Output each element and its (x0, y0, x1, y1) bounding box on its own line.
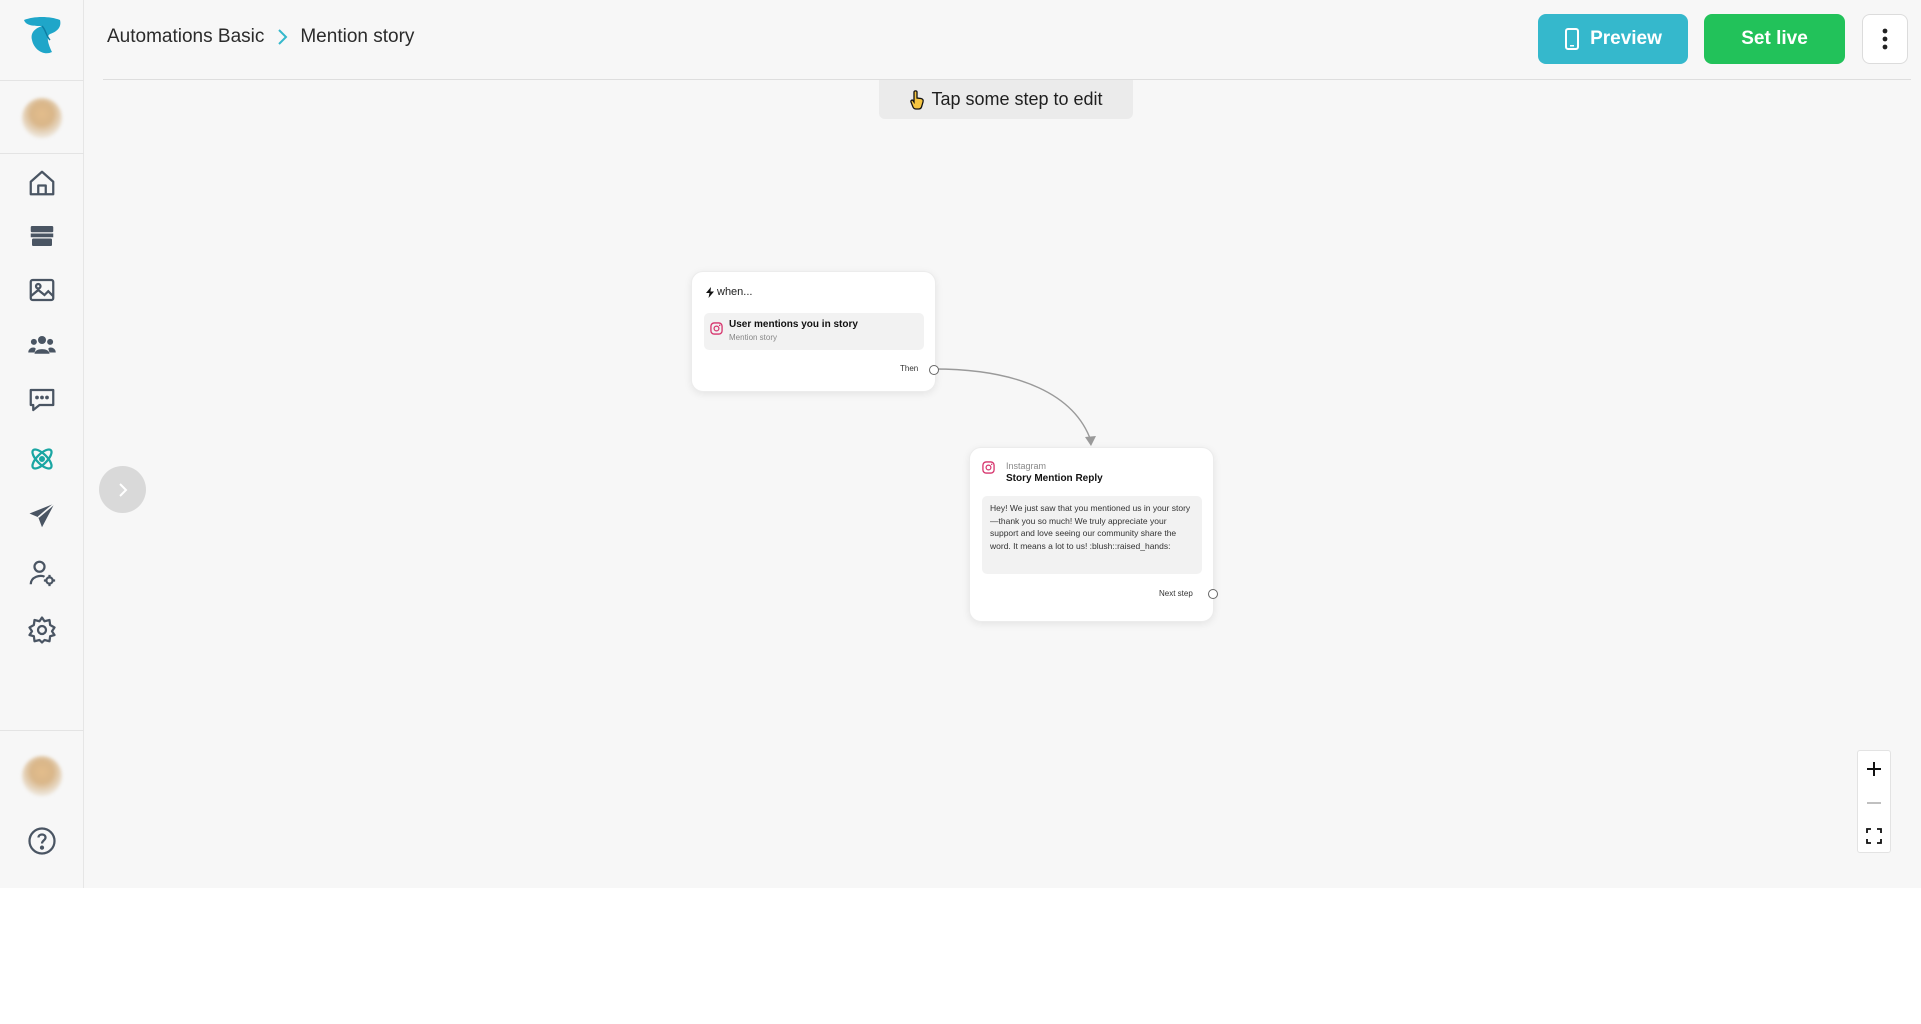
app-root: Automations Basic Mention story Preview … (0, 0, 1921, 888)
set-live-button[interactable]: Set live (1704, 14, 1845, 64)
set-live-button-label: Set live (1741, 28, 1808, 49)
tap-finger-icon (910, 89, 925, 110)
trigger-heading: when... (706, 286, 752, 298)
workspace-avatar[interactable] (22, 98, 62, 138)
send-icon[interactable] (24, 498, 60, 534)
action-platform: Instagram (1006, 461, 1047, 471)
edit-hint-text: Tap some step to edit (931, 89, 1103, 109)
fullscreen-icon (1866, 827, 1882, 844)
user-settings-icon[interactable] (24, 555, 60, 591)
user-avatar[interactable] (22, 756, 62, 796)
trigger-step-card[interactable]: when... User mentions you in story Menti… (691, 271, 939, 392)
settings-icon[interactable] (24, 612, 60, 648)
flow-connector (933, 368, 1096, 446)
atom-icon[interactable] (24, 441, 60, 477)
chevron-right-icon (118, 482, 127, 497)
sidebar-divider (0, 80, 84, 81)
app-logo[interactable] (20, 14, 64, 58)
chevron-right-icon (276, 28, 288, 46)
edit-hint: Tap some step to edit (879, 80, 1133, 119)
help-icon[interactable] (24, 823, 60, 859)
zoom-out-button[interactable] (1858, 786, 1890, 819)
kebab-menu-icon (1882, 28, 1888, 50)
next-step-port[interactable] (1208, 589, 1218, 599)
preview-button[interactable]: Preview (1538, 14, 1688, 64)
breadcrumb-current: Mention story (300, 26, 415, 47)
zoom-in-button[interactable] (1858, 752, 1890, 785)
sidebar-divider (0, 730, 84, 731)
lightning-icon (706, 286, 714, 298)
more-options-button[interactable] (1862, 14, 1908, 64)
plus-icon (1867, 761, 1881, 776)
image-icon[interactable] (24, 272, 60, 308)
instagram-icon (710, 322, 723, 335)
then-port[interactable] (929, 365, 939, 375)
action-title: Story Mention Reply (1006, 473, 1103, 484)
preview-button-label: Preview (1590, 28, 1662, 49)
breadcrumb-parent[interactable]: Automations Basic (107, 26, 264, 48)
store-icon[interactable] (24, 218, 60, 254)
expand-panel-button[interactable] (99, 466, 146, 513)
minus-icon (1867, 801, 1881, 804)
trigger-heading-text: when... (717, 286, 753, 298)
instagram-icon (982, 461, 995, 474)
trigger-subtitle: Mention story (729, 333, 778, 342)
sidebar (0, 0, 84, 888)
then-port-label: Then (900, 364, 919, 373)
users-icon[interactable] (24, 327, 60, 363)
trigger-condition[interactable]: User mentions you in story Mention story (704, 313, 924, 350)
next-step-port-label: Next step (1159, 589, 1193, 598)
fit-view-button[interactable] (1858, 819, 1890, 852)
breadcrumb: Automations Basic Mention story (107, 26, 414, 48)
zoom-controls (1857, 750, 1891, 853)
chat-icon[interactable] (24, 382, 60, 418)
sidebar-divider (0, 153, 84, 154)
action-step-card[interactable]: Instagram Story Mention Reply Hey! We ju… (969, 447, 1218, 622)
trigger-title: User mentions you in story (729, 319, 858, 330)
phone-icon (1565, 28, 1580, 50)
message-preview[interactable]: Hey! We just saw that you mentioned us i… (982, 496, 1202, 574)
home-icon[interactable] (24, 165, 60, 201)
top-bar: Automations Basic Mention story Preview … (84, 0, 1921, 80)
